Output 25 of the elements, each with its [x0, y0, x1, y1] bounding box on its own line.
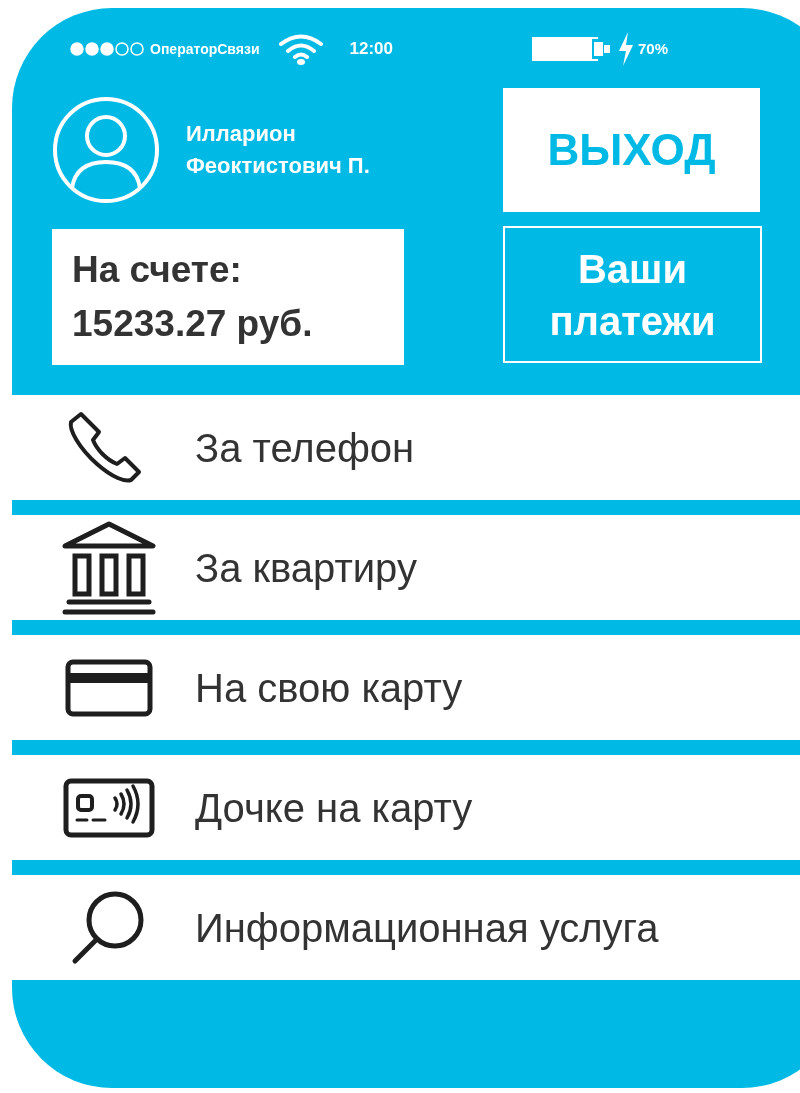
menu-item-label: Информационная услуга: [195, 904, 659, 952]
payment-menu-item[interactable]: За квартиру: [12, 515, 800, 620]
battery-percent: 70%: [638, 38, 669, 59]
wifi-icon: [277, 33, 324, 65]
menu-item-label: На свою карту: [195, 664, 463, 712]
contactless-card-icon: [62, 777, 155, 838]
bank-building-icon: [60, 519, 157, 616]
menu-item-label: Дочке на карту: [195, 784, 473, 832]
credit-card-icon: [64, 658, 153, 717]
balance-label: На счете:: [72, 248, 243, 292]
balance-amount: 15233.27 руб.: [72, 302, 314, 346]
user-patronymic: Феоктистович П.: [186, 152, 370, 180]
carrier-name: ОператорСвязи: [150, 39, 260, 59]
payment-menu-item[interactable]: Дочке на карту: [12, 755, 800, 860]
lightning-bolt-icon: [618, 32, 634, 66]
user-avatar-icon: [52, 96, 160, 204]
clock-time: 12:00: [349, 38, 393, 61]
payment-menu-item[interactable]: На свою карту: [12, 635, 800, 740]
payment-menu-item[interactable]: Информационная услуга: [12, 875, 800, 980]
menu-item-label: За телефон: [195, 424, 415, 472]
battery-icon: [532, 34, 612, 64]
payment-menu-item[interactable]: За телефон: [12, 395, 800, 500]
menu-item-label: За квартиру: [195, 544, 417, 592]
signal-dots-icon: [70, 42, 146, 56]
user-first-name: Илларион: [186, 120, 297, 148]
